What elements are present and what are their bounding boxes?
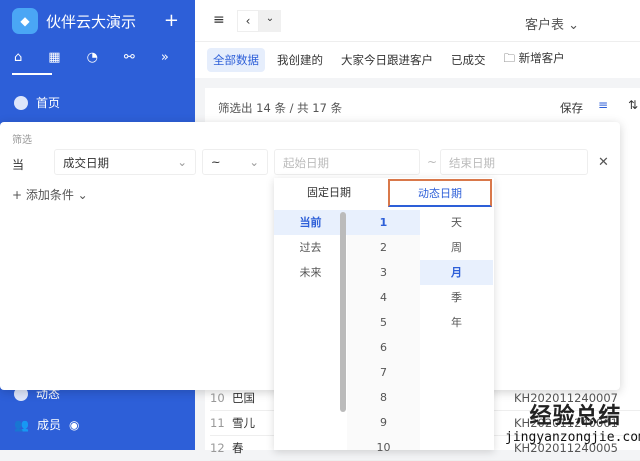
app-name: 伙伴云大演示	[46, 12, 137, 31]
close-icon[interactable]: ✕	[598, 155, 609, 170]
folder-icon: 🗀	[503, 51, 519, 65]
sidebar-item-home[interactable]: 首页	[14, 94, 60, 111]
field-value: 成交日期	[63, 156, 109, 170]
relative-option[interactable]: 过去	[274, 235, 347, 260]
watermark-cn: 经验总结	[529, 404, 622, 429]
sidebar-item-label: 成员	[36, 418, 61, 432]
number-option[interactable]: 4	[347, 285, 420, 310]
row-number: 11	[210, 416, 225, 430]
chevron-down-icon: ⌄	[177, 155, 187, 169]
table-icon[interactable]: ▦	[48, 50, 60, 65]
top-bar: ≡ ‹ ⌄ 客户表 ⌄	[195, 0, 640, 42]
unit-option[interactable]: 周	[420, 235, 493, 260]
active-nav-indicator	[12, 73, 52, 75]
watermark-url: jingyanzongjie.com	[505, 430, 640, 445]
row-number: 10	[210, 391, 225, 405]
sidebar-item-members[interactable]: 👥 成员 ◉	[14, 416, 79, 433]
row-name: 春	[232, 441, 244, 455]
unit-option[interactable]: 天	[420, 210, 493, 235]
unit-option[interactable]: 月	[420, 260, 493, 285]
operator-value: ~	[211, 155, 221, 169]
table-title[interactable]: 客户表 ⌄	[525, 14, 579, 33]
when-label: 当	[12, 158, 25, 172]
row-number: 12	[210, 441, 225, 455]
eye-icon[interactable]: ◉	[69, 418, 79, 432]
menu-icon[interactable]: ≡	[213, 12, 225, 28]
home-icon[interactable]: ⌂	[14, 50, 22, 65]
number-option[interactable]: 10	[347, 435, 420, 460]
filter-title: 筛选	[12, 135, 32, 146]
range-separator: ~	[427, 155, 438, 169]
chart-icon[interactable]: ◔	[87, 50, 98, 65]
start-date-input[interactable]: 起始日期	[274, 149, 420, 175]
add-button[interactable]: +	[164, 10, 179, 31]
add-condition-button[interactable]: + 添加条件 ⌄	[12, 186, 88, 203]
filter-summary: 筛选出 14 条 / 共 17 条	[218, 101, 343, 115]
chevron-down-icon: ⌄	[249, 155, 259, 169]
tab-dynamic-date[interactable]: 动态日期	[388, 179, 492, 207]
field-select[interactable]: 成交日期 ⌄	[54, 149, 196, 175]
number-option[interactable]: 3	[347, 260, 420, 285]
filter-icon[interactable]: ≡	[598, 98, 608, 112]
row-name: 雪儿	[232, 416, 255, 430]
number-option[interactable]: 5	[347, 310, 420, 335]
watermark: 经验总结 jingyanzongjie.com	[505, 398, 640, 445]
date-picker-dropdown: 固定日期 动态日期 当前 过去 未来 1 2 3 4 5 6 7 8 9 10 …	[274, 178, 494, 454]
relative-option[interactable]: 未来	[274, 260, 347, 285]
scrollbar[interactable]	[340, 212, 346, 412]
tab-new-customers[interactable]: 🗀 新增客户	[498, 46, 571, 74]
home-dot-icon	[14, 95, 28, 110]
tab-today-follow[interactable]: 大家今日跟进客户	[335, 48, 439, 72]
number-option[interactable]: 2	[347, 235, 420, 260]
tab-label: 新增客户	[518, 51, 565, 65]
number-option[interactable]: 7	[347, 360, 420, 385]
app-brand[interactable]: ◆ 伙伴云大演示	[12, 8, 136, 34]
unit-option[interactable]: 年	[420, 310, 493, 335]
number-option[interactable]: 6	[347, 335, 420, 360]
tab-closed[interactable]: 已成交	[445, 48, 492, 72]
number-option[interactable]: 9	[347, 410, 420, 435]
operator-select[interactable]: ~ ⌄	[202, 149, 268, 175]
end-date-input[interactable]: 结束日期	[440, 149, 588, 175]
number-option[interactable]: 1	[347, 210, 420, 235]
back-button[interactable]: ‹	[237, 10, 259, 32]
save-button[interactable]: 保存	[560, 100, 583, 116]
flow-icon[interactable]: ⚯	[124, 50, 135, 65]
tab-fixed-date[interactable]: 固定日期	[274, 178, 384, 208]
tab-all[interactable]: 全部数据	[207, 48, 265, 72]
unit-option[interactable]: 季	[420, 285, 493, 310]
history-dropdown[interactable]: ⌄	[259, 10, 281, 32]
more-button[interactable]: »	[161, 50, 169, 65]
tab-mine[interactable]: 我创建的	[271, 48, 329, 72]
row-name: 巴国	[232, 391, 255, 405]
view-tabs: 全部数据 我创建的 大家今日跟进客户 已成交 🗀 新增客户	[195, 42, 640, 78]
number-option[interactable]: 8	[347, 385, 420, 410]
app-logo: ◆	[12, 8, 38, 34]
sidebar-item-label: 首页	[36, 96, 61, 110]
members-icon: 👥	[14, 417, 29, 432]
sort-icon[interactable]: ⇅	[628, 98, 638, 112]
relative-option[interactable]: 当前	[274, 210, 347, 235]
